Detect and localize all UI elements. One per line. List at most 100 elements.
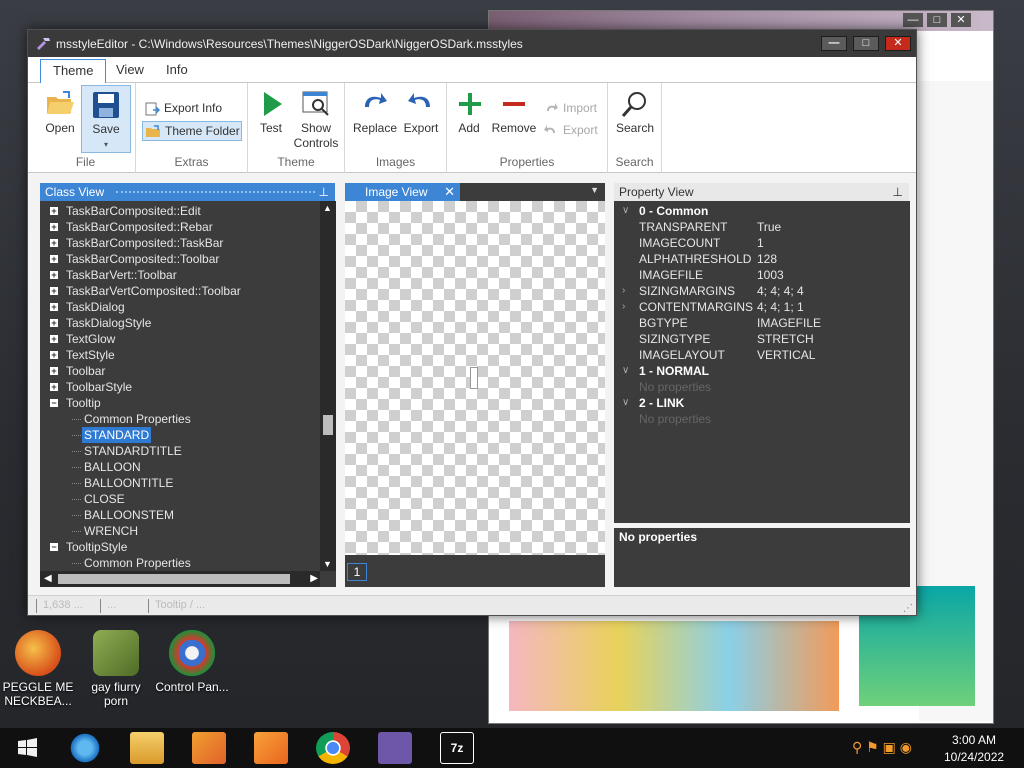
- tab-info[interactable]: Info: [154, 59, 200, 84]
- close-button[interactable]: ✕: [885, 36, 911, 51]
- tray-icons[interactable]: ⚲ ⚑ ▣ ◉: [852, 739, 912, 756]
- media-player-icon[interactable]: [192, 732, 226, 764]
- expand-icon[interactable]: +: [50, 383, 58, 392]
- expand-icon[interactable]: +: [50, 319, 58, 328]
- expand-icon[interactable]: +: [50, 287, 58, 296]
- desktop-icon-control-panel[interactable]: Control Pan...: [154, 630, 230, 694]
- property-row[interactable]: IMAGEFILE 1003: [614, 267, 910, 283]
- desktop-icon-peggle[interactable]: PEGGLE ME NECKBEA...: [0, 630, 76, 708]
- theme-folder-button[interactable]: Theme Folder: [142, 121, 242, 141]
- open-button[interactable]: Open: [42, 89, 78, 136]
- tree-vertical-scrollbar[interactable]: ▲ ▼: [320, 201, 336, 571]
- tree-horizontal-scrollbar[interactable]: ◀ ▶: [40, 571, 320, 587]
- save-button[interactable]: Save ▾: [81, 85, 131, 153]
- search-button[interactable]: Search: [614, 89, 656, 136]
- tab-view[interactable]: View: [104, 59, 156, 84]
- property-value[interactable]: IMAGEFILE: [757, 315, 821, 331]
- expand-icon[interactable]: +: [50, 223, 58, 232]
- remove-button[interactable]: Remove: [491, 89, 537, 136]
- expand-icon[interactable]: +: [50, 303, 58, 312]
- property-category[interactable]: ∨ 0 - Common: [614, 203, 910, 219]
- collapse-icon[interactable]: −: [50, 399, 58, 408]
- collapse-icon[interactable]: ∨: [622, 363, 629, 379]
- scroll-thumb[interactable]: [58, 574, 290, 584]
- pin-icon[interactable]: ⊥: [893, 183, 903, 201]
- property-value[interactable]: VERTICAL: [757, 347, 815, 363]
- bg-close-icon[interactable]: ✕: [951, 13, 971, 27]
- property-row[interactable]: SIZINGTYPE STRETCH: [614, 331, 910, 347]
- scroll-down-icon[interactable]: ▼: [323, 559, 332, 569]
- tab-image-view[interactable]: Image View ✕: [345, 183, 460, 201]
- property-category[interactable]: ∨ 2 - LINK: [614, 395, 910, 411]
- property-category[interactable]: ∨ 1 - NORMAL: [614, 363, 910, 379]
- clock-date[interactable]: 10/24/2022: [944, 750, 1004, 764]
- property-row[interactable]: ALPHATHRESHOLD 128: [614, 251, 910, 267]
- property-value[interactable]: 128: [757, 251, 777, 267]
- expand-icon[interactable]: +: [50, 351, 58, 360]
- image-index-button[interactable]: 1: [347, 563, 367, 581]
- property-value[interactable]: 4; 4; 4; 4: [757, 283, 804, 299]
- add-button[interactable]: Add: [455, 89, 483, 136]
- scroll-up-icon[interactable]: ▲: [323, 203, 332, 213]
- tab-theme[interactable]: Theme: [40, 59, 107, 84]
- property-row[interactable]: › CONTENTMARGINS 4; 4; 1; 1: [614, 299, 910, 315]
- bg-maximize-icon[interactable]: □: [927, 13, 947, 27]
- property-view-header[interactable]: Property View ⊥: [614, 183, 909, 201]
- 7zip-icon[interactable]: 7z: [440, 732, 474, 764]
- collapse-icon[interactable]: −: [50, 543, 58, 552]
- expand-icon[interactable]: ›: [622, 299, 625, 315]
- property-value[interactable]: STRETCH: [757, 331, 814, 347]
- chrome-icon[interactable]: [316, 732, 350, 764]
- show-controls-button[interactable]: Show Controls: [292, 89, 340, 151]
- property-row[interactable]: TRANSPARENT True: [614, 219, 910, 235]
- replace-button[interactable]: Replace: [353, 89, 397, 136]
- uc-browser-icon[interactable]: [254, 732, 288, 764]
- resize-grip-icon[interactable]: ⋰: [903, 603, 913, 614]
- scroll-left-icon[interactable]: ◀: [44, 573, 52, 584]
- export-info-button[interactable]: Export Info: [142, 99, 242, 119]
- maximize-button[interactable]: □: [853, 36, 879, 51]
- minimize-button[interactable]: —: [821, 36, 847, 51]
- pin-icon[interactable]: ⊥: [319, 183, 329, 201]
- collapse-icon[interactable]: ∨: [622, 395, 629, 411]
- close-icon[interactable]: ✕: [444, 183, 455, 201]
- expand-icon[interactable]: +: [50, 335, 58, 344]
- group-theme: Test Show Controls Theme: [248, 83, 345, 173]
- property-export-button[interactable]: Export: [541, 121, 603, 141]
- group-extras: Export Info Theme Folder Extras: [136, 83, 248, 173]
- property-row[interactable]: IMAGELAYOUT VERTICAL: [614, 347, 910, 363]
- image-canvas[interactable]: [345, 201, 605, 555]
- scroll-thumb[interactable]: [323, 415, 333, 435]
- bg-minimize-icon[interactable]: —: [903, 13, 923, 27]
- file-explorer-icon[interactable]: [130, 732, 164, 764]
- expand-icon[interactable]: +: [50, 239, 58, 248]
- desktop-icon-gay-fiurry[interactable]: gay fiurry porn: [78, 630, 154, 708]
- expand-icon[interactable]: +: [50, 207, 58, 216]
- class-view-header[interactable]: Class View ⊥: [40, 183, 335, 201]
- property-value[interactable]: 1: [757, 235, 764, 251]
- property-row[interactable]: BGTYPE IMAGEFILE: [614, 315, 910, 331]
- tree-connector: [72, 499, 81, 500]
- ie-icon[interactable]: [68, 732, 102, 764]
- image-export-button[interactable]: Export: [401, 89, 441, 136]
- property-value[interactable]: 1003: [757, 267, 784, 283]
- clock-time[interactable]: 3:00 AM: [952, 733, 996, 747]
- titlebar[interactable]: msstyleEditor - C:\Windows\Resources\The…: [28, 30, 916, 57]
- chevron-down-icon[interactable]: ▼: [590, 185, 599, 195]
- expand-icon[interactable]: +: [50, 271, 58, 280]
- expand-icon[interactable]: ›: [622, 283, 625, 299]
- property-row[interactable]: IMAGECOUNT 1: [614, 235, 910, 251]
- msstyle-editor-taskbar-icon[interactable]: [378, 732, 412, 764]
- property-value[interactable]: True: [757, 219, 781, 235]
- class-tree[interactable]: + TaskBarComposited::Edit + TaskBarComposit…: [40, 201, 336, 587]
- expand-icon[interactable]: +: [50, 255, 58, 264]
- property-row[interactable]: › SIZINGMARGINS 4; 4; 4; 4: [614, 283, 910, 299]
- start-button[interactable]: [10, 732, 44, 764]
- property-value[interactable]: 4; 4; 1; 1: [757, 299, 804, 315]
- test-button[interactable]: Test: [256, 89, 286, 136]
- expand-icon[interactable]: +: [50, 367, 58, 376]
- collapse-icon[interactable]: ∨: [622, 203, 629, 219]
- property-grid[interactable]: ∨ 0 - Common TRANSPARENT True IMAGECOUNT 1 ALP…: [614, 201, 910, 523]
- import-button[interactable]: Import: [541, 99, 603, 119]
- scroll-right-icon[interactable]: ▶: [310, 573, 318, 584]
